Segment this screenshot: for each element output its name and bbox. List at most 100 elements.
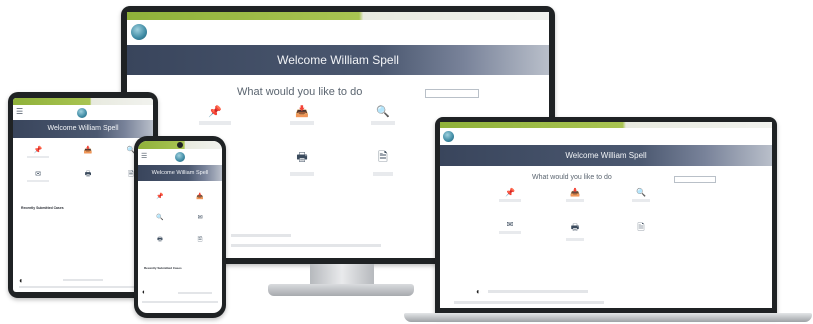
desktop-app-header	[127, 20, 549, 46]
inbox-icon: 📥	[196, 193, 204, 200]
laptop-tile-printer[interactable]: 🖶	[560, 220, 590, 241]
phone-footer-logo-icon[interactable]: ◐	[142, 289, 146, 296]
tile-label	[290, 121, 314, 125]
tile-label	[27, 156, 49, 158]
search-icon: 🔍	[376, 105, 390, 118]
phone-tile-printer[interactable]: 🖶	[150, 235, 170, 245]
laptop-tile-inbox[interactable]: 📥	[560, 188, 590, 202]
laptop-base	[404, 313, 812, 322]
phone-footer-text	[178, 292, 212, 294]
phone-welcome-title: Welcome William Spell	[151, 170, 209, 176]
tablet-footer-links[interactable]	[19, 286, 147, 288]
tablet-welcome-banner: Welcome William Spell	[13, 120, 153, 138]
laptop-footer-text	[488, 290, 588, 293]
tile-label	[566, 238, 584, 241]
tile-label	[373, 172, 393, 176]
tablet-screen: ☰ Welcome William Spell 📌 📥 🔍 ✉ 🖶 🗎 Rece…	[13, 98, 153, 292]
printer-icon: 🖶	[570, 223, 580, 233]
phone-welcome-banner: Welcome William Spell	[138, 165, 222, 181]
laptop-tile-search[interactable]: 🔍	[626, 188, 656, 202]
phone-recent-heading: Recently Submitted Cases	[144, 266, 182, 270]
phone-tile-pin[interactable]: 📌	[150, 193, 170, 200]
tablet-tile-pin[interactable]: 📌	[25, 146, 51, 158]
printer-icon: 🖶	[296, 150, 308, 164]
tablet-top-bar	[13, 98, 153, 105]
pin-icon: 📌	[33, 146, 43, 154]
desktop-tile-printer[interactable]: 🖶	[282, 148, 322, 176]
laptop-welcome-title: Welcome William Spell	[565, 151, 647, 160]
document-icon: 🗎	[637, 223, 645, 233]
phone: ☰ Welcome William Spell 📌 📥 🔍 ✉ 🖶 🗎 Rece…	[134, 136, 226, 318]
mail-icon: ✉	[35, 170, 41, 178]
phone-footer-links[interactable]	[142, 301, 218, 303]
desktop-tile-document[interactable]: 🗎	[363, 148, 403, 176]
laptop-app-header	[440, 128, 772, 146]
tile-label	[566, 199, 584, 202]
phone-tile-inbox[interactable]: 📥	[190, 193, 210, 200]
tablet-tile-inbox[interactable]: 📥	[75, 146, 101, 154]
tablet-footer-text	[63, 279, 103, 281]
laptop-question: What would you like to do	[532, 174, 612, 181]
tile-label	[27, 180, 49, 182]
mail-icon: ✉	[506, 220, 514, 229]
camera-notch	[177, 142, 183, 148]
pin-icon: 📌	[505, 188, 515, 197]
phone-tile-document[interactable]: 🗎	[190, 235, 210, 245]
desktop-action-button[interactable]	[425, 89, 479, 98]
inbox-icon: 📥	[570, 188, 580, 197]
tile-label	[632, 199, 650, 202]
tile-label	[499, 231, 521, 234]
tablet-footer-logo-icon[interactable]: ◐	[19, 276, 24, 285]
app-logo[interactable]	[131, 24, 147, 40]
pin-icon: 📌	[156, 193, 164, 200]
laptop-footer-links[interactable]	[454, 301, 604, 304]
phone-tile-mail[interactable]: ✉	[190, 214, 210, 221]
laptop-tile-pin[interactable]: 📌	[495, 188, 525, 202]
search-icon: 🔍	[156, 214, 164, 221]
tablet-recent-heading: Recently Submitted Cases	[21, 206, 64, 210]
tablet-tile-printer[interactable]: 🖶	[75, 170, 101, 181]
desktop-tile-pin[interactable]: 📌	[195, 105, 235, 125]
phone-app-header: ☰	[138, 149, 222, 166]
desktop-footer-text	[231, 244, 381, 247]
document-icon: 🗎	[197, 236, 203, 243]
monitor-stand-neck	[310, 264, 374, 286]
laptop-footer-logo-icon[interactable]: ◐	[476, 287, 481, 296]
printer-icon: 🖶	[157, 236, 163, 243]
desktop-question: What would you like to do	[237, 86, 363, 98]
tablet-tile-mail[interactable]: ✉	[25, 170, 51, 182]
desktop-welcome-banner: Welcome William Spell	[127, 45, 549, 75]
tablet-welcome-title: Welcome William Spell	[47, 125, 119, 132]
phone-tile-search[interactable]: 🔍	[150, 214, 170, 221]
tile-label	[371, 121, 395, 125]
app-logo[interactable]	[77, 108, 87, 118]
tile-label	[499, 199, 521, 202]
monitor-stand-base	[268, 284, 414, 296]
inbox-icon: 📥	[295, 105, 309, 118]
desktop-welcome-title: Welcome William Spell	[277, 53, 399, 67]
search-icon: 🔍	[636, 188, 646, 197]
desktop-top-bar	[127, 12, 549, 20]
laptop-screen: Welcome William Spell What would you lik…	[440, 122, 772, 308]
mail-icon: ✉	[197, 214, 203, 221]
document-icon: 🗎	[378, 150, 388, 164]
app-logo[interactable]	[175, 152, 185, 162]
menu-icon[interactable]: ☰	[141, 153, 147, 160]
tablet-app-header: ☰	[13, 105, 153, 121]
printer-icon: 🖶	[84, 170, 92, 178]
laptop-tile-document[interactable]: 🗎	[626, 220, 656, 236]
desktop-tile-search[interactable]: 🔍	[363, 105, 403, 125]
menu-icon[interactable]: ☰	[16, 108, 23, 116]
desktop-footer-link[interactable]	[231, 234, 291, 237]
laptop-welcome-banner: Welcome William Spell	[440, 145, 772, 166]
tile-label	[199, 121, 231, 125]
inbox-icon: 📥	[83, 146, 93, 154]
desktop-tile-inbox[interactable]: 📥	[282, 105, 322, 125]
tile-label	[290, 172, 314, 176]
pin-icon: 📌	[208, 105, 222, 118]
phone-screen: ☰ Welcome William Spell 📌 📥 🔍 ✉ 🖶 🗎 Rece…	[138, 141, 222, 313]
laptop: Welcome William Spell What would you lik…	[435, 117, 777, 317]
laptop-tile-mail[interactable]: ✉	[495, 220, 525, 234]
laptop-action-button[interactable]	[674, 176, 716, 183]
app-logo[interactable]	[443, 131, 454, 142]
